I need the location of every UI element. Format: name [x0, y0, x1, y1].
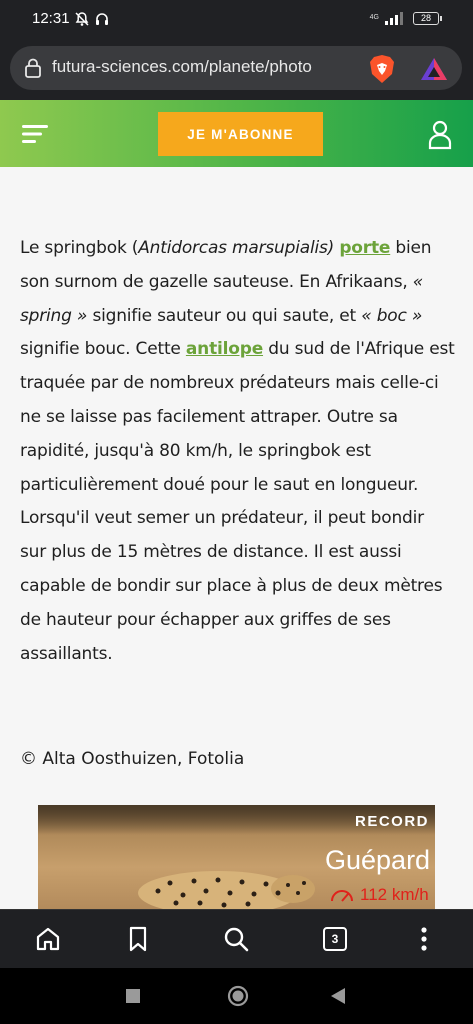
speedometer-icon	[331, 890, 353, 902]
photo-card[interactable]: RECORD Guépard 112 km/h	[38, 805, 435, 909]
home-icon[interactable]	[35, 926, 61, 952]
term-boc: « boc »	[361, 305, 423, 326]
photo-credit: © Alta Oosthuizen, Fotolia	[20, 749, 245, 769]
site-header: JE M'ABONNE	[0, 100, 473, 167]
scientific-name: Antidorcas marsupialis)	[138, 238, 335, 258]
system-navigation-bar	[0, 968, 473, 1024]
article-text: signifie bouc. Cette	[20, 339, 186, 360]
status-notification-icons	[74, 11, 110, 27]
article-link-antilope[interactable]: antilope	[186, 339, 263, 359]
article-text: du sud de l'Afrique est traquée par de n…	[20, 339, 455, 664]
article-text: signifie sauteur ou qui saute, et	[87, 305, 362, 326]
mute-notifications-icon	[75, 12, 89, 26]
url-text[interactable]: futura-sciences.com/planete/photo	[52, 57, 357, 77]
brave-shields-icon[interactable]	[368, 54, 396, 84]
signal-icon	[385, 12, 403, 25]
hamburger-menu-icon[interactable]	[22, 124, 50, 144]
headset-icon	[96, 13, 108, 25]
network-type: 4G	[369, 14, 379, 21]
article-link-porte[interactable]: porte	[339, 238, 390, 258]
address-bar[interactable]: futura-sciences.com/planete/photo	[10, 46, 462, 90]
battery-icon: 28	[413, 11, 442, 25]
status-bar: 12:31 4G 28	[0, 0, 473, 40]
brave-rewards-icon[interactable]	[420, 56, 448, 82]
article-text: Le springbok (	[20, 238, 139, 258]
subscribe-button[interactable]: JE M'ABONNE	[158, 112, 323, 156]
recent-apps-icon[interactable]	[126, 989, 140, 1003]
browser-bottom-nav: 3	[0, 909, 473, 968]
record-banner: RECORD	[355, 813, 430, 830]
animal-name: Guépard	[325, 845, 431, 875]
speed-value: 112 km/h	[360, 885, 429, 904]
back-button-icon[interactable]	[330, 987, 346, 1005]
article-paragraph: Le springbok (Antidorcas marsupialis) po…	[20, 232, 455, 671]
search-icon[interactable]	[223, 926, 249, 952]
lock-icon[interactable]	[24, 58, 42, 78]
browser-toolbar: futura-sciences.com/planete/photo	[0, 40, 473, 100]
speed-row: 112 km/h	[330, 885, 429, 905]
status-time: 12:31	[32, 10, 70, 27]
status-right-icons: 4G 28	[369, 11, 442, 25]
cheetah-image	[138, 871, 315, 909]
bookmark-icon[interactable]	[127, 926, 149, 952]
more-menu-icon[interactable]	[418, 926, 430, 952]
home-button-icon[interactable]	[227, 985, 249, 1007]
tab-switcher-button[interactable]: 3	[323, 927, 347, 951]
user-account-icon[interactable]	[428, 120, 452, 150]
